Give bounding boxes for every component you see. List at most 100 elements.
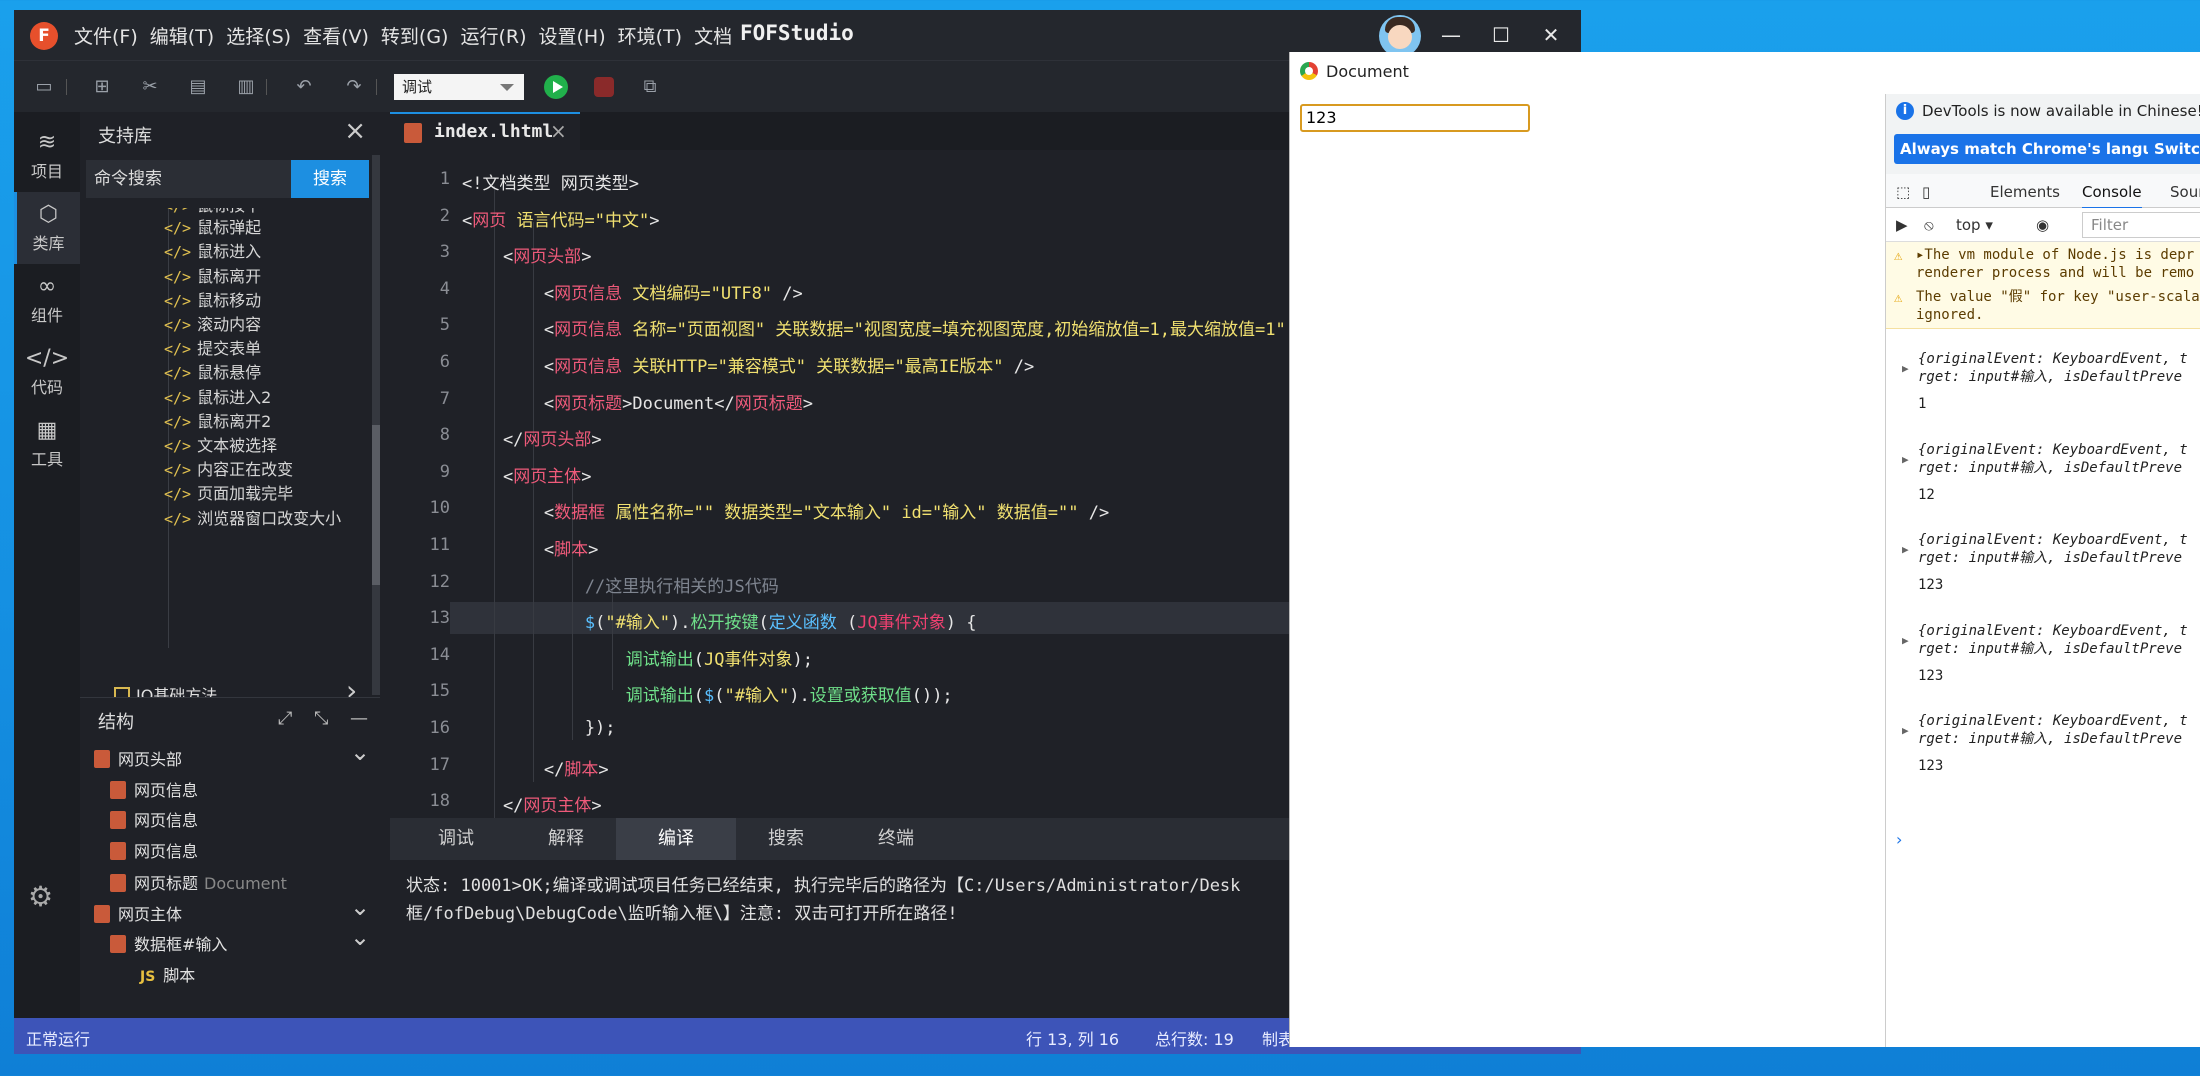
tab-elements[interactable]: Elements <box>1990 183 2060 201</box>
console-prompt[interactable]: › <box>1896 830 1902 849</box>
device-toggle-icon[interactable]: ▯ <box>1922 183 1930 201</box>
console-log-entry[interactable]: ▶ {originalEvent: KeyboardEvent, t rget: … <box>1886 712 2200 775</box>
activity-4[interactable]: </> 代码 <box>14 336 80 408</box>
tab-index-lhtml[interactable]: index.lhtml × <box>390 112 580 150</box>
bottom-tab[interactable]: 搜索 <box>726 818 846 860</box>
structure-item[interactable]: 网页头部 <box>94 746 182 776</box>
structure-item[interactable]: 网页信息 <box>110 807 198 837</box>
code-line[interactable]: 调试输出($("#输入").设置或获取值()); <box>462 681 953 706</box>
code-line[interactable]: 调试输出(JQ事件对象); <box>462 645 813 670</box>
expand-icon[interactable]: ⤢ <box>278 708 292 729</box>
redo-icon[interactable]: ↷ <box>342 75 366 99</box>
code-line[interactable]: <网页标题>Document</网页标题> <box>462 389 813 414</box>
expand-arrow-icon[interactable]: ▶ <box>1902 360 1909 378</box>
code-line[interactable]: $("#输入").松开按键(定义函数 (JQ事件对象) { <box>462 608 977 633</box>
code-line[interactable]: <网页头部> <box>462 242 592 267</box>
menu-item[interactable]: 文件(F) <box>74 22 138 49</box>
code-line[interactable]: //这里执行相关的JS代码 <box>462 572 779 597</box>
cut-icon[interactable]: ✂ <box>138 75 162 99</box>
structure-item[interactable]: 网页主体 <box>94 901 182 931</box>
code-line[interactable]: <数据框 属性名称="" 数据类型="文本输入" id="输入" 数据值="" … <box>462 498 1109 523</box>
text-input[interactable]: 123 <box>1300 104 1530 132</box>
menu-item[interactable]: 查看(V) <box>303 22 369 49</box>
tab-console[interactable]: Console <box>2082 183 2142 209</box>
context-select[interactable]: top ▾ <box>1956 216 1993 234</box>
paste-icon[interactable]: ▤ <box>186 75 210 99</box>
code-line[interactable]: </网页主体> <box>462 791 602 816</box>
activity-2[interactable]: ⬡ 类库 <box>14 192 80 264</box>
library-scrollbar[interactable] <box>372 155 380 695</box>
library-item[interactable]: </> 浏览器窗口改变大小 <box>164 505 341 533</box>
line-number: 16 <box>429 718 450 738</box>
code-line[interactable]: <网页 语言代码="中文"> <box>462 206 659 231</box>
expand-arrow-icon[interactable]: ▶ <box>1902 451 1909 469</box>
run-icon[interactable] <box>544 75 568 99</box>
code-line[interactable]: <网页信息 关联HTTP="兼容模式" 关联数据="最高IE版本" /> <box>462 352 1034 377</box>
search-button[interactable]: 搜索 <box>291 160 369 198</box>
user-avatar[interactable] <box>1379 15 1421 57</box>
bottom-tab[interactable]: 编译 <box>616 818 736 860</box>
expand-arrow-icon[interactable]: ▶ <box>1902 722 1909 740</box>
inspect-icon[interactable]: ⬚ <box>1896 183 1910 201</box>
minimize-button[interactable]: — <box>1438 22 1464 48</box>
console-log-entry[interactable]: ▶ {originalEvent: KeyboardEvent, t rget: … <box>1886 622 2200 685</box>
code-line[interactable]: <网页信息 名称="页面视图" 关联数据="视图宽度=填充视图宽度,初始缩放值=… <box>462 315 1286 340</box>
search-input[interactable]: 命令搜索 <box>86 160 291 198</box>
minimize-panel-icon[interactable]: — <box>350 708 368 729</box>
menu-item[interactable]: 运行(R) <box>460 22 526 49</box>
debug-search-icon[interactable]: ⧉ <box>638 75 662 99</box>
code-editor[interactable]: 1 <!文档类型 网页类型> 2 <网页 语言代码="中文"> 3 <网页头部> 4 <网… <box>390 150 1300 818</box>
console-log-entry[interactable]: ▶ {originalEvent: KeyboardEvent, t rget: … <box>1886 350 2200 413</box>
expand-arrow-icon[interactable]: ▶ <box>1902 632 1909 650</box>
run-mode-select[interactable]: 调试 <box>394 74 524 100</box>
chevron-down-icon[interactable]: ⌄ <box>350 923 370 951</box>
close-icon[interactable]: × <box>550 119 567 143</box>
activity-5[interactable]: ▦ 工具 <box>14 408 80 480</box>
code-line[interactable]: <网页信息 文档编码="UTF8" /> <box>462 279 803 304</box>
structure-item[interactable]: 数据框#输入 <box>110 931 227 961</box>
undo-icon[interactable]: ↶ <box>292 75 316 99</box>
menu-item[interactable]: 转到(G) <box>381 22 449 49</box>
activity-3[interactable]: ∞ 组件 <box>14 264 80 336</box>
switch-language-button[interactable]: Switch <box>2148 134 2200 164</box>
delete-icon[interactable]: ▥ <box>234 75 258 99</box>
menu-item[interactable]: 选择(S) <box>226 22 291 49</box>
match-language-button[interactable]: Always match Chrome's language <box>1894 134 2191 164</box>
code-line[interactable]: }); <box>462 718 616 738</box>
settings-gear-icon[interactable]: ⚙ <box>28 880 53 913</box>
menu-item[interactable]: 文档 <box>694 22 732 49</box>
menu-item[interactable]: 编辑(T) <box>150 22 214 49</box>
structure-item[interactable]: 网页信息 <box>110 777 198 807</box>
close-button[interactable]: ✕ <box>1538 22 1564 48</box>
activity-1[interactable]: ≋ 项目 <box>14 120 80 192</box>
chevron-down-icon[interactable]: ⌄ <box>350 893 370 921</box>
console-log-entry[interactable]: ▶ {originalEvent: KeyboardEvent, t rget: … <box>1886 531 2200 594</box>
code-line[interactable]: </网页头部> <box>462 425 602 450</box>
chevron-down-icon[interactable]: ⌄ <box>350 738 370 766</box>
maximize-button[interactable]: ☐ <box>1488 22 1514 48</box>
console-log-entry[interactable]: ▶ {originalEvent: KeyboardEvent, t rget: … <box>1886 441 2200 504</box>
bottom-tab[interactable]: 终端 <box>836 818 956 860</box>
structure-item[interactable]: JS 脚本 <box>140 962 195 992</box>
sidebar-toggle-icon[interactable]: ▶ <box>1896 216 1908 234</box>
code-line[interactable]: <脚本> <box>462 535 599 560</box>
code-line[interactable]: <网页主体> <box>462 462 592 487</box>
bottom-tab[interactable]: 解释 <box>506 818 626 860</box>
code-line[interactable]: </脚本> <box>462 755 609 780</box>
structure-item[interactable]: 网页信息 <box>110 838 198 868</box>
new-file-icon[interactable]: ⊞ <box>90 75 114 99</box>
menu-item[interactable]: 环境(T) <box>618 22 682 49</box>
bottom-tab[interactable]: 调试 <box>396 818 516 860</box>
eye-icon[interactable]: ◉ <box>2036 216 2049 234</box>
tab-sources[interactable]: Sour <box>2170 183 2200 201</box>
structure-item[interactable]: 网页标题 Document <box>110 870 287 900</box>
filter-input[interactable]: Filter <box>2082 212 2200 238</box>
save-icon[interactable]: ▭ <box>32 75 56 99</box>
code-line[interactable]: <!文档类型 网页类型> <box>462 169 639 194</box>
clear-console-icon[interactable]: ⦸ <box>1924 216 1934 234</box>
collapse-icon[interactable]: ⤡ <box>314 708 328 729</box>
close-icon[interactable]: × <box>344 116 366 146</box>
stop-icon[interactable] <box>594 77 614 97</box>
expand-arrow-icon[interactable]: ▶ <box>1902 541 1909 559</box>
menu-item[interactable]: 设置(H) <box>539 22 606 49</box>
